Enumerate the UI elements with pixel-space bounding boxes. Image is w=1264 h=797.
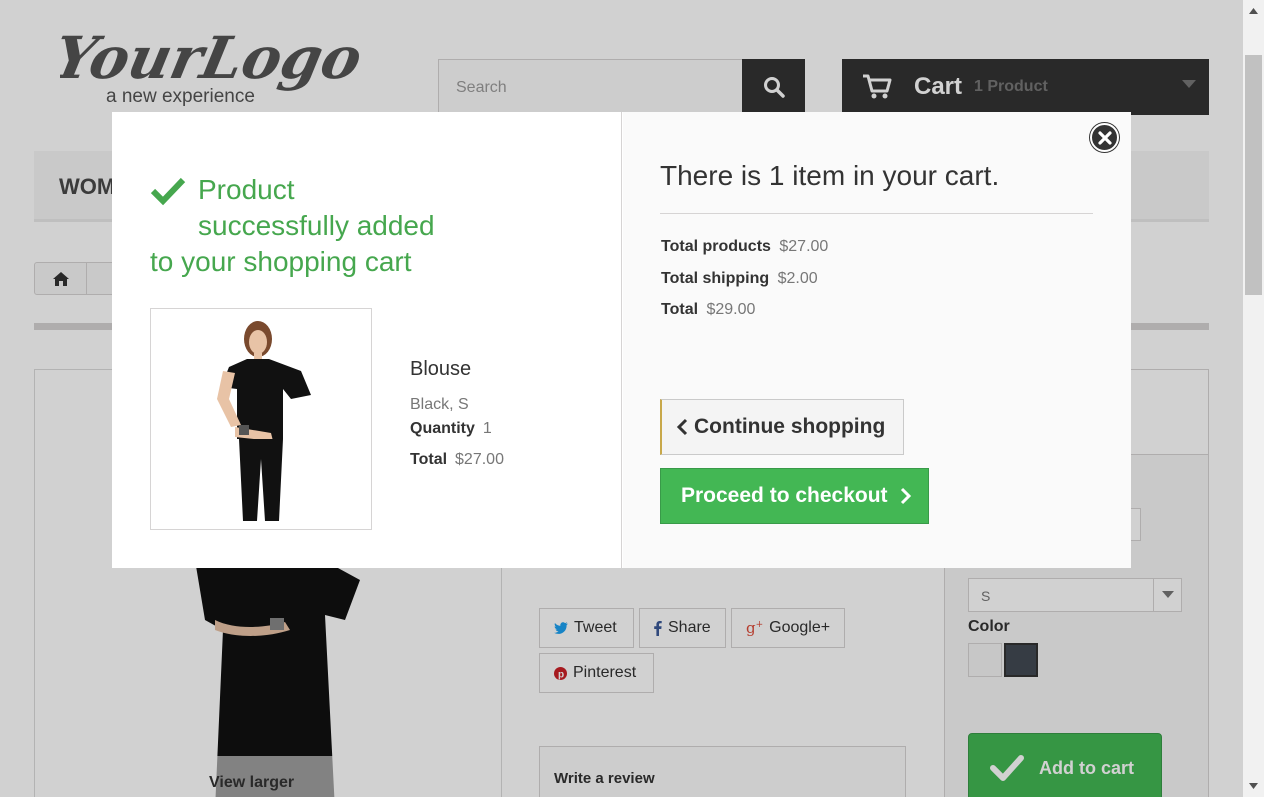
success-message: Product successfully added to your shopp… (150, 172, 470, 280)
total-products-value: $27.00 (779, 238, 829, 255)
product-thumbnail (150, 308, 372, 530)
modal-product-panel: Product successfully added to your shopp… (112, 112, 622, 568)
continue-shopping-button[interactable]: Continue shopping (660, 399, 904, 455)
product-total-label: Total (410, 451, 448, 468)
quantity-value: 1 (482, 420, 492, 437)
chevron-right-icon (900, 487, 911, 505)
quantity-label: Quantity (410, 420, 475, 437)
close-icon (1097, 130, 1112, 145)
cart-summary-title: There is 1 item in your cart. (660, 160, 1000, 191)
proceed-to-checkout-button[interactable]: Proceed to checkout (660, 468, 929, 524)
success-line-2: successfully added (198, 210, 435, 241)
grand-total-row: Total $29.00 (661, 301, 755, 319)
product-total-row: Total $27.00 (410, 451, 504, 469)
product-photo (217, 321, 311, 521)
total-shipping-label: Total shipping (661, 270, 770, 287)
total-shipping-value: $2.00 (777, 270, 818, 287)
grand-total-value: $29.00 (706, 301, 756, 318)
success-line-3: to your shopping cart (150, 246, 412, 277)
arrow-up-icon (1249, 8, 1258, 14)
chevron-left-icon (676, 418, 688, 436)
product-name: Blouse (410, 358, 472, 380)
add-to-cart-modal: Product successfully added to your shopp… (112, 112, 1131, 568)
grand-total-label: Total (661, 301, 699, 318)
modal-cart-panel: There is 1 item in your cart. Total prod… (623, 112, 1131, 568)
divider (660, 213, 1093, 214)
scroll-up-arrow[interactable] (1243, 0, 1264, 22)
scroll-thumb[interactable] (1245, 55, 1262, 295)
scroll-down-arrow[interactable] (1243, 775, 1264, 797)
product-attributes: Black, S (410, 396, 469, 413)
total-products-label: Total products (661, 238, 771, 255)
arrow-down-icon (1249, 783, 1258, 789)
continue-shopping-label: Continue shopping (694, 415, 886, 438)
close-modal-button[interactable] (1090, 123, 1119, 152)
proceed-to-checkout-label: Proceed to checkout (681, 484, 888, 507)
page-scrollbar[interactable] (1243, 0, 1264, 797)
total-shipping-row: Total shipping $2.00 (661, 270, 818, 288)
product-total-value: $27.00 (455, 451, 504, 468)
success-line-1: Product (198, 174, 295, 205)
total-products-row: Total products $27.00 (661, 238, 828, 256)
product-quantity-row: Quantity 1 (410, 420, 492, 438)
